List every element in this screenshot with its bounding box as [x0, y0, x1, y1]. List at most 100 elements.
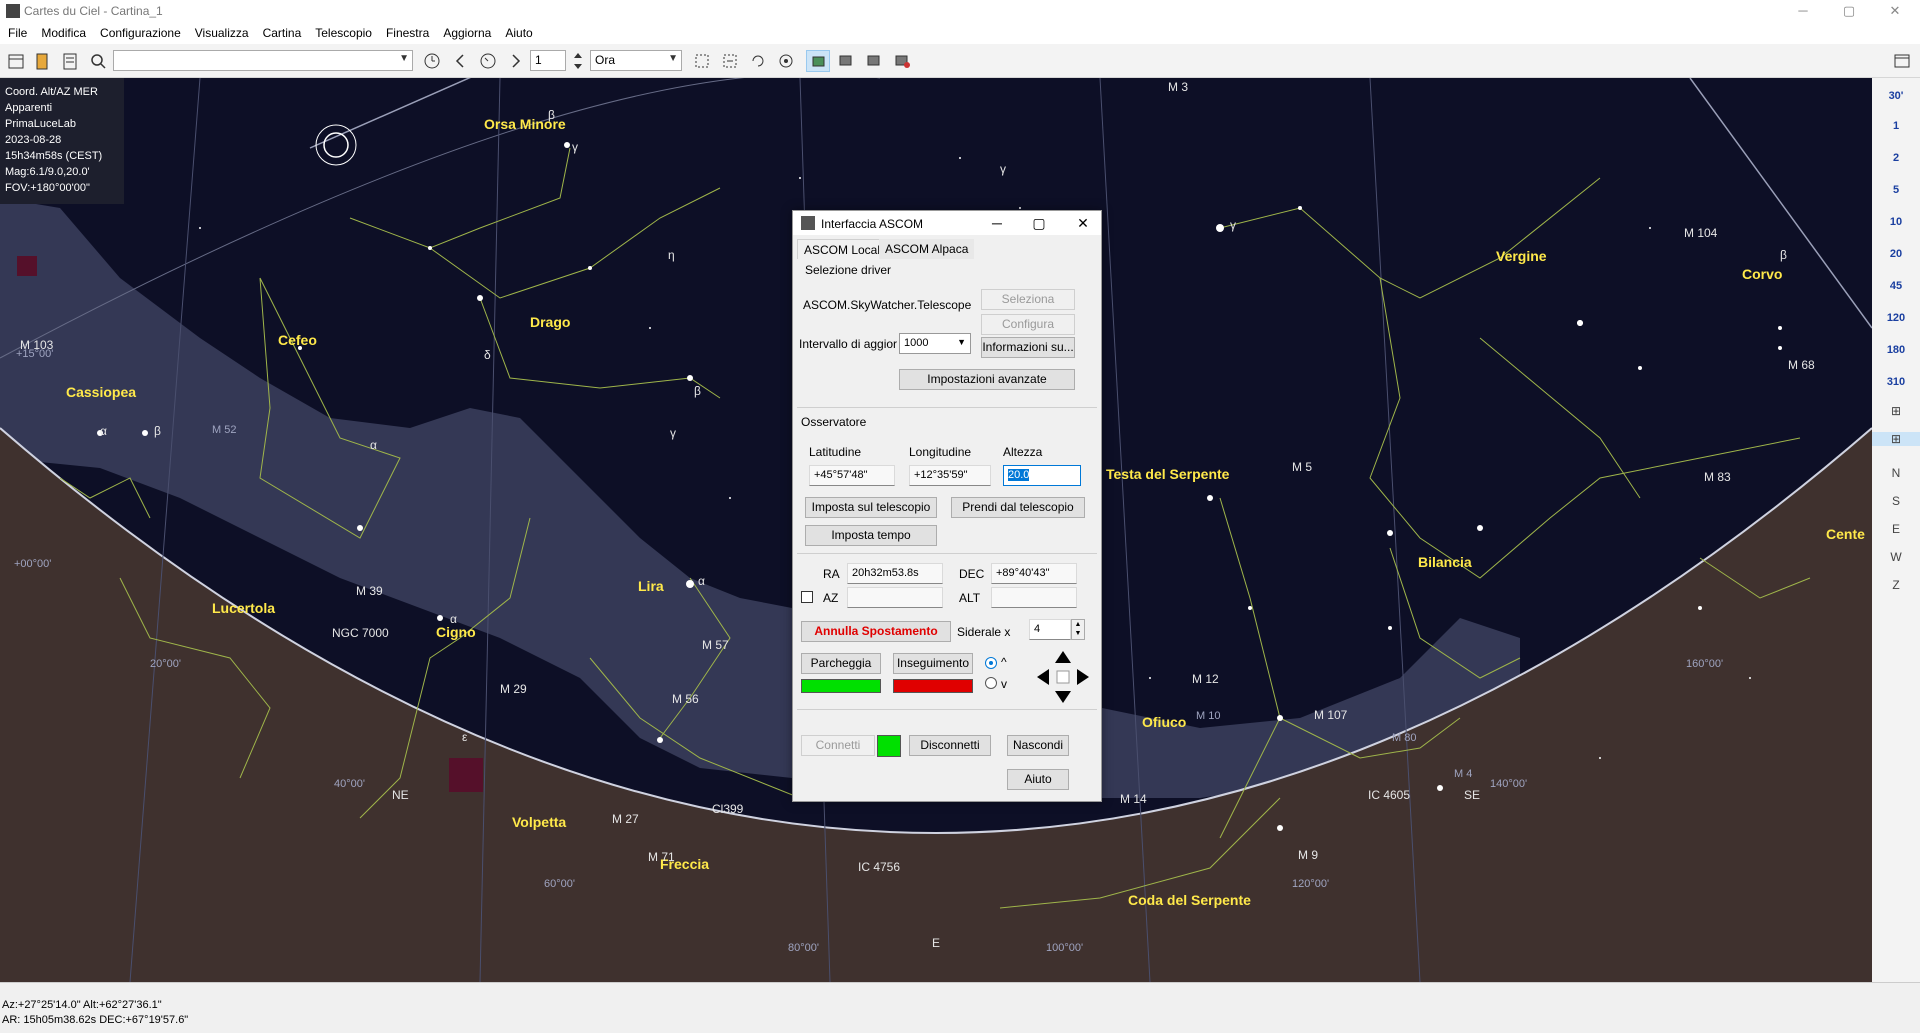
panel-icon[interactable]	[1890, 50, 1914, 72]
constellation-label[interactable]: Cigno	[436, 624, 476, 640]
object-label[interactable]: M 71	[648, 850, 675, 864]
equatorial-grid-icon[interactable]: ⊞	[1872, 404, 1920, 418]
telescope-connect-icon[interactable]	[806, 50, 830, 72]
constellation-label[interactable]: Coda del Serpente	[1128, 892, 1251, 908]
object-label[interactable]: M 12	[1192, 672, 1219, 686]
help-button[interactable]: Aiuto	[1007, 769, 1069, 790]
menu-file[interactable]: File	[0, 22, 27, 44]
tracking-button[interactable]: Inseguimento	[893, 653, 973, 674]
dialog-maximize-button[interactable]: ▢	[1025, 213, 1053, 233]
constellation-label[interactable]: Drago	[530, 314, 570, 330]
menu-aggiorna[interactable]: Aggiorna	[429, 22, 491, 44]
configure-driver-button[interactable]: Configura	[981, 314, 1075, 335]
constellation-label[interactable]: Cefeo	[278, 332, 317, 348]
rotate-icon[interactable]	[746, 50, 770, 72]
set-time-button[interactable]: Imposta tempo	[805, 525, 937, 546]
constellation-label[interactable]: Volpetta	[512, 814, 566, 830]
constellation-label[interactable]: Corvo	[1742, 266, 1782, 282]
interval-select[interactable]: 1000 ▼	[899, 333, 971, 354]
object-label[interactable]: NGC 7000	[332, 626, 389, 640]
tab-ascom-alpaca[interactable]: ASCOM Alpaca	[879, 239, 975, 259]
maximize-button[interactable]: ▢	[1826, 0, 1872, 22]
now-icon[interactable]	[476, 50, 500, 72]
object-label[interactable]: M 5	[1292, 460, 1312, 474]
step-forward-icon[interactable]	[504, 50, 528, 72]
disconnect-button[interactable]: Disconnetti	[909, 735, 991, 756]
slew-pad[interactable]	[1035, 649, 1091, 705]
fov-button[interactable]: 2	[1872, 152, 1920, 164]
object-label[interactable]: M 4	[1454, 768, 1472, 780]
altitude-input[interactable]: 20.0	[1003, 465, 1081, 486]
object-label[interactable]: Cl399	[712, 802, 743, 816]
altaz-checkbox[interactable]	[801, 591, 813, 603]
object-label[interactable]: M 104	[1684, 226, 1717, 240]
menu-cartina[interactable]: Cartina	[249, 22, 302, 44]
target-icon[interactable]	[774, 50, 798, 72]
object-label[interactable]: M 52	[212, 424, 236, 436]
calendar-icon[interactable]	[4, 50, 28, 72]
select-driver-button[interactable]: Seleziona	[981, 289, 1075, 310]
latitude-input[interactable]: +45°57'48"	[809, 465, 895, 486]
object-label[interactable]: M 107	[1314, 708, 1347, 722]
clock-icon[interactable]	[420, 50, 444, 72]
search-input[interactable]: ▼	[113, 50, 413, 71]
menu-telescopio[interactable]: Telescopio	[301, 22, 372, 44]
object-label[interactable]: M 27	[612, 812, 639, 826]
menu-configurazione[interactable]: Configurazione	[86, 22, 181, 44]
object-label[interactable]: IC 4756	[858, 860, 900, 874]
search-icon[interactable]	[86, 50, 110, 72]
direction-down-radio[interactable]	[985, 677, 997, 689]
fov-button[interactable]: 120	[1872, 312, 1920, 324]
object-label[interactable]: M 39	[356, 584, 383, 598]
constellation-label[interactable]: Testa del Serpente	[1106, 466, 1229, 482]
object-label[interactable]: M 14	[1120, 792, 1147, 806]
menu-finestra[interactable]: Finestra	[372, 22, 429, 44]
dialog-minimize-button[interactable]: ─	[983, 213, 1011, 233]
west-button[interactable]: W	[1872, 550, 1920, 564]
catalog-icon[interactable]	[30, 50, 54, 72]
telescope-abort-icon[interactable]	[890, 50, 914, 72]
menu-visualizza[interactable]: Visualizza	[181, 22, 249, 44]
object-label[interactable]: M 68	[1788, 358, 1815, 372]
object-label[interactable]: M 3	[1168, 80, 1188, 94]
zoom-in-icon[interactable]	[690, 50, 714, 72]
longitude-input[interactable]: +12°35'59"	[909, 465, 991, 486]
object-label[interactable]: M 9	[1298, 848, 1318, 862]
sidereal-spinner[interactable]: ▲ ▼	[1071, 619, 1085, 640]
connect-button[interactable]: Connetti	[801, 735, 875, 756]
object-label[interactable]: M 57	[702, 638, 729, 652]
telescope-slew-icon[interactable]	[834, 50, 858, 72]
object-label[interactable]: IC 4605	[1368, 788, 1410, 802]
constellation-label[interactable]: Cente	[1826, 526, 1865, 542]
fov-button[interactable]: 10	[1872, 216, 1920, 228]
tab-ascom-local[interactable]: ASCOM Local	[797, 239, 888, 259]
fov-button[interactable]: 45	[1872, 280, 1920, 292]
fov-button[interactable]: 310	[1872, 376, 1920, 388]
object-label[interactable]: M 10	[1196, 710, 1220, 722]
telescope-sync-icon[interactable]	[862, 50, 886, 72]
altaz-grid-icon[interactable]: ⊞	[1872, 432, 1920, 446]
step-back-icon[interactable]	[448, 50, 472, 72]
constellation-label[interactable]: Ofiuco	[1142, 714, 1186, 730]
time-step-input[interactable]: 1	[530, 50, 566, 71]
object-label[interactable]: M 56	[672, 692, 699, 706]
fov-button[interactable]: 20	[1872, 248, 1920, 260]
info-button[interactable]: Informazioni su...	[981, 337, 1075, 358]
menu-modifica[interactable]: Modifica	[27, 22, 86, 44]
close-button[interactable]: ✕	[1872, 0, 1918, 22]
south-button[interactable]: S	[1872, 494, 1920, 508]
minimize-button[interactable]: ─	[1780, 0, 1826, 22]
constellation-label[interactable]: Cassiopea	[66, 384, 136, 400]
north-button[interactable]: N	[1872, 466, 1920, 480]
abort-slew-button[interactable]: Annulla Spostamento	[801, 621, 951, 642]
constellation-label[interactable]: Lira	[638, 578, 664, 594]
constellation-label[interactable]: Vergine	[1496, 248, 1547, 264]
direction-up-radio[interactable]	[985, 657, 997, 669]
fov-button[interactable]: 30'	[1872, 90, 1920, 102]
zenith-button[interactable]: Z	[1872, 578, 1920, 592]
constellation-label[interactable]: Lucertola	[212, 600, 275, 616]
fov-button[interactable]: 1	[1872, 120, 1920, 132]
constellation-label[interactable]: Bilancia	[1418, 554, 1472, 570]
list-icon[interactable]	[58, 50, 82, 72]
get-from-telescope-button[interactable]: Prendi dal telescopio	[951, 497, 1085, 518]
